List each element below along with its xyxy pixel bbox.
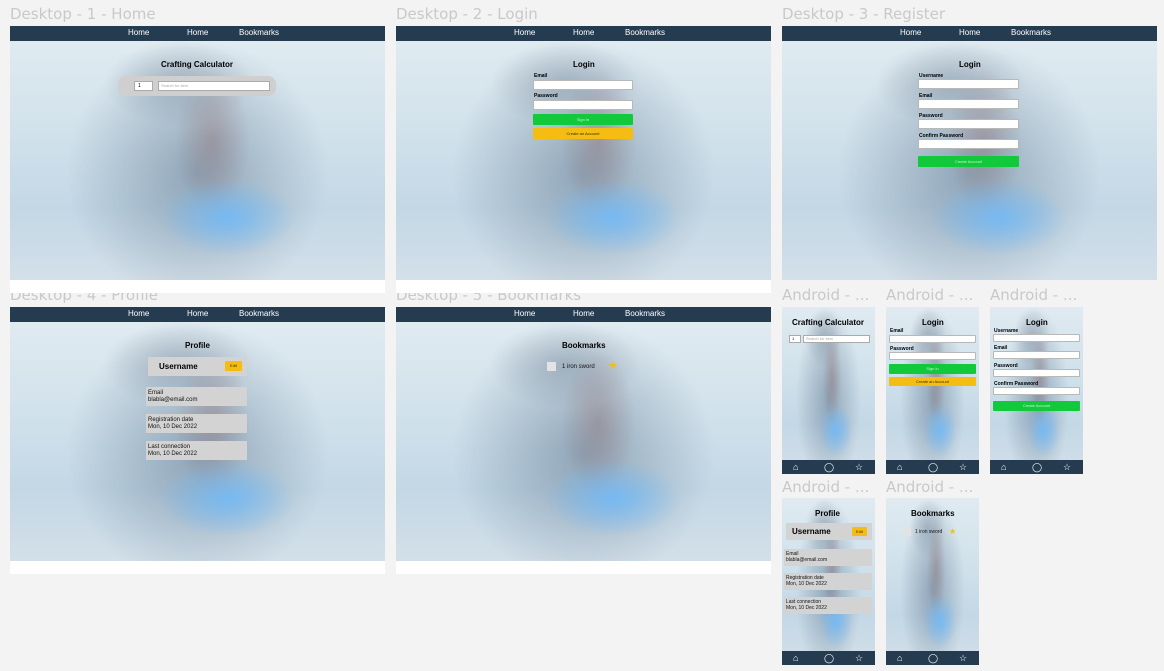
page-title: Bookmarks (911, 509, 955, 518)
page-title: Crafting Calculator (792, 318, 865, 327)
create-account-button[interactable]: Create an Account (533, 128, 633, 139)
item-thumbnail (903, 528, 911, 536)
password-field[interactable] (889, 352, 976, 360)
search-input[interactable]: Search for item (158, 81, 270, 91)
email-label: Email (534, 73, 548, 79)
page-title: Login (1026, 318, 1048, 327)
frame-label: Android - ... (886, 478, 974, 496)
password-label: Password (534, 93, 558, 99)
username-text: Username (792, 527, 831, 536)
registration-card: Registration date Mon, 10 Dec 2022 (784, 573, 872, 590)
confirm-password-field[interactable] (993, 387, 1080, 395)
edit-button[interactable]: Edit (225, 361, 242, 371)
email-value: blabla@email.com (148, 397, 198, 403)
create-account-button[interactable]: Create an Account (889, 377, 976, 386)
item-thumbnail (547, 362, 556, 371)
email-field[interactable] (889, 335, 976, 343)
android-register-frame: Login Username Email Password Confirm Pa… (990, 307, 1083, 474)
email-field[interactable] (993, 351, 1080, 359)
username-text: Username (159, 362, 198, 371)
email-field[interactable] (918, 99, 1019, 109)
star-icon[interactable]: ★ (949, 527, 956, 536)
frame-footer (396, 280, 771, 293)
frame-footer (396, 561, 771, 574)
desktop-login-frame: Home Home Bookmarks Login Email Password… (396, 26, 771, 293)
page-title: Profile (185, 341, 210, 350)
frame-label: Desktop - 2 - Login (396, 5, 538, 23)
username-field[interactable] (993, 334, 1080, 342)
last-connection-value: Mon, 10 Dec 2022 (148, 451, 198, 457)
create-account-button[interactable]: Create Account (993, 401, 1080, 411)
page-title: Login (922, 318, 944, 327)
username-card: Username Edit (786, 523, 872, 540)
registration-value: Mon, 10 Dec 2022 (148, 424, 198, 430)
frame-label: Android - ... (782, 478, 870, 496)
frame-footer (10, 561, 385, 574)
email-card: Email blabla@email.com (784, 549, 872, 566)
create-account-button[interactable]: Create Account (918, 156, 1019, 167)
page-title: Login (959, 60, 981, 69)
page-title: Login (573, 60, 595, 69)
android-login-frame: Login Email Password Sign in Create an A… (886, 307, 979, 474)
last-connection-value: Mon, 10 Dec 2022 (786, 605, 827, 611)
desktop-home-frame: Home Home Bookmarks Crafting Calculator … (10, 26, 385, 293)
email-field[interactable] (533, 80, 633, 90)
email-label: Email (890, 328, 904, 334)
last-connection-card: Last connection Mon, 10 Dec 2022 (784, 597, 872, 614)
frame-label: Desktop - 1 - Home (10, 5, 156, 23)
password-field[interactable] (993, 369, 1080, 377)
username-card: Username Edit (148, 357, 247, 376)
quantity-field[interactable]: 1 (134, 81, 153, 91)
frame-label: Desktop - 3 - Register (782, 5, 946, 23)
desktop-profile-frame: Home Home Bookmarks Profile Username Edi… (10, 307, 385, 574)
edit-button[interactable]: Edit (852, 527, 867, 536)
sign-in-button[interactable]: Sign in (533, 114, 633, 125)
frame-footer (10, 280, 385, 293)
page-title: Profile (815, 509, 840, 518)
registration-label: Registration date (148, 417, 194, 423)
frame-label: Android - ... (782, 286, 870, 304)
desktop-bookmarks-frame: Home Home Bookmarks Bookmarks 1 iron swo… (396, 307, 771, 574)
sign-in-button[interactable]: Sign in (889, 364, 976, 374)
email-card: Email blabla@email.com (146, 387, 247, 406)
email-value: blabla@email.com (786, 557, 828, 563)
frame-label: Android - ... (990, 286, 1078, 304)
email-label: Email (148, 390, 164, 396)
registration-value: Mon, 10 Dec 2022 (786, 581, 827, 587)
page-title: Bookmarks (562, 341, 606, 350)
frame-label: Android - ... (886, 286, 974, 304)
username-field[interactable] (918, 79, 1019, 89)
android-profile-frame: Profile Username Edit Email blabla@email… (782, 498, 875, 665)
confirm-password-field[interactable] (918, 139, 1019, 149)
search-input[interactable]: Search for item (803, 335, 870, 343)
quantity-field[interactable]: 1 (789, 335, 801, 343)
bookmark-item[interactable]: 1 iron sword (915, 529, 942, 536)
password-field[interactable] (918, 119, 1019, 129)
password-field[interactable] (533, 100, 633, 110)
star-icon[interactable]: ★ (608, 361, 618, 372)
search-bar: 1 Search for item (118, 76, 276, 96)
desktop-register-frame: Home Home Bookmarks Login Username Email… (782, 26, 1157, 280)
registration-card: Registration date Mon, 10 Dec 2022 (146, 414, 247, 433)
last-connection-card: Last connection Mon, 10 Dec 2022 (146, 441, 247, 460)
android-bookmarks-frame: Bookmarks 1 iron sword ★ ⌂ ◯ ☆ (886, 498, 979, 665)
page-title: Crafting Calculator (161, 60, 234, 69)
android-home-frame: Crafting Calculator 1 Search for item ⌂ … (782, 307, 875, 474)
bookmark-item[interactable]: 1 iron sword (562, 364, 595, 371)
last-connection-label: Last connection (148, 444, 191, 450)
